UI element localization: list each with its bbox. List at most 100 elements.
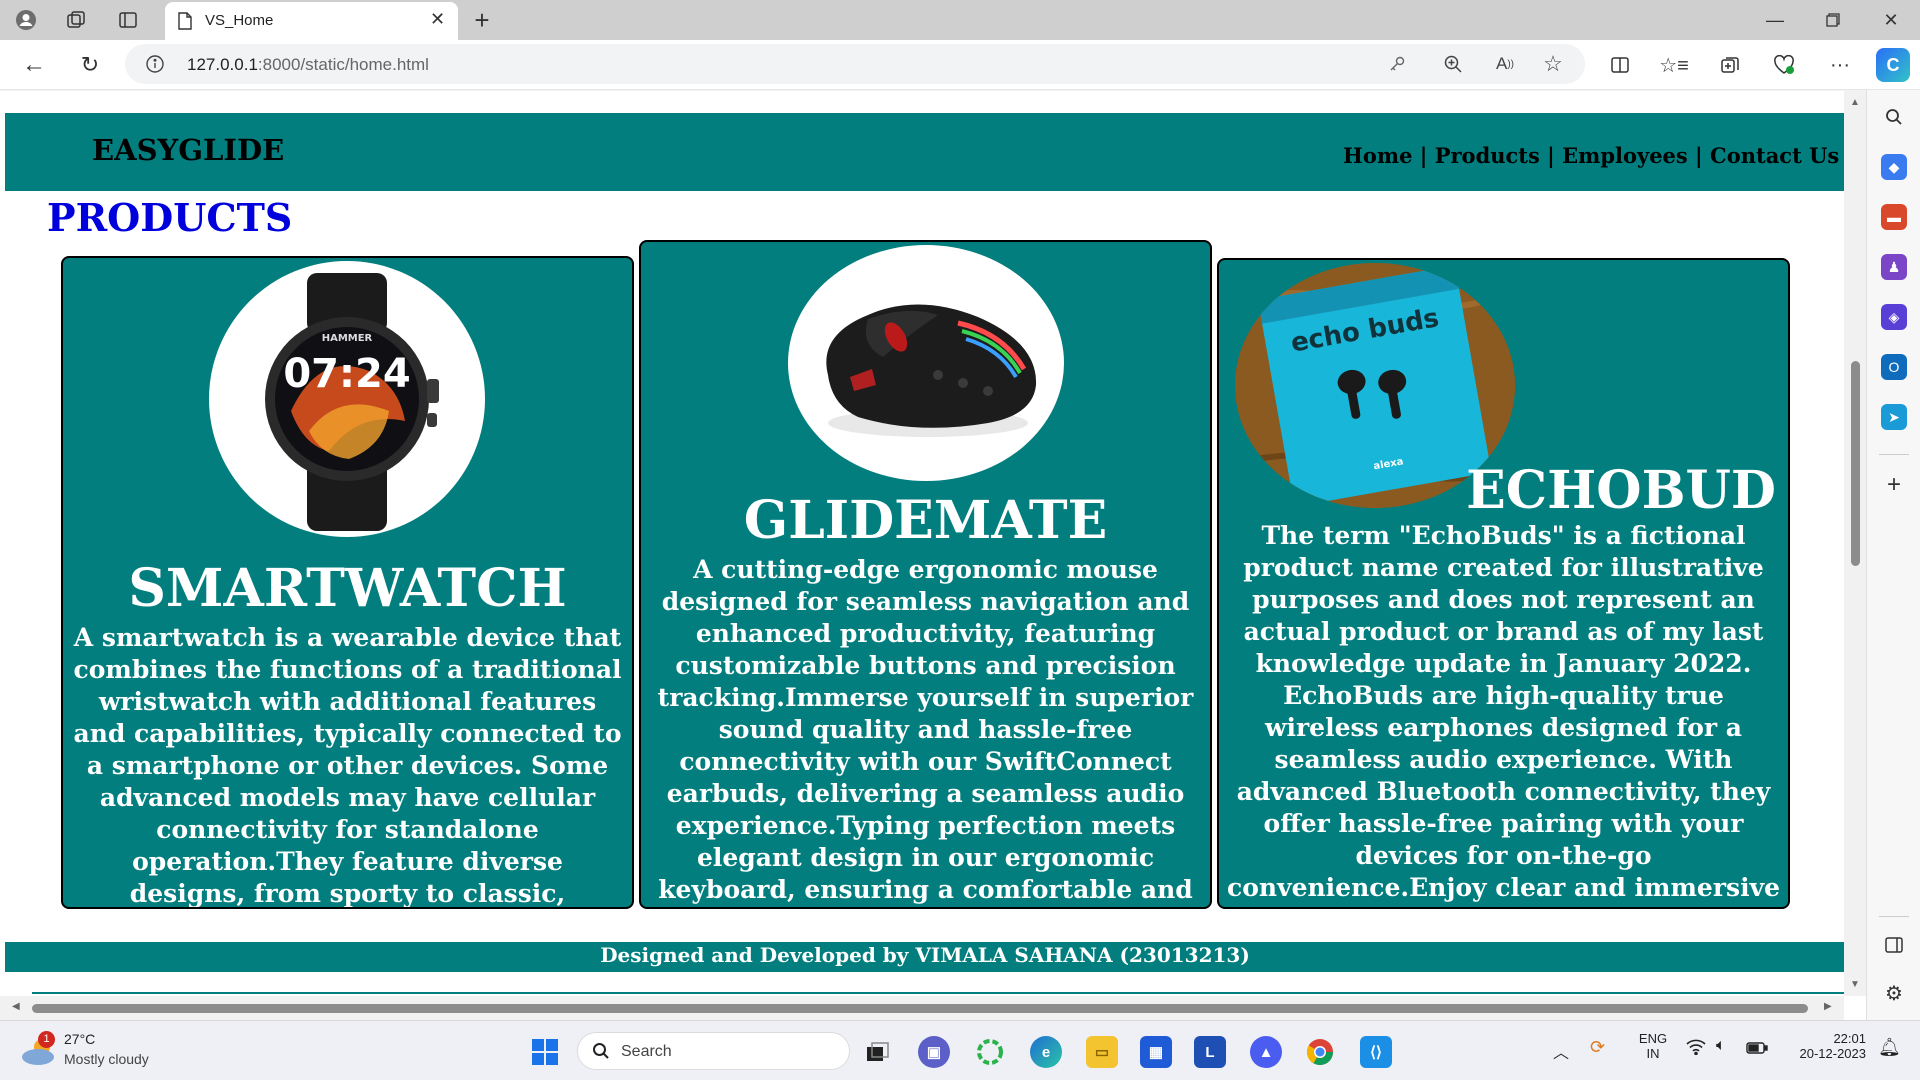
product-card-smartwatch[interactable]: HAMMER 07:24 SMARTWATCH A smartwatch is … <box>61 256 634 909</box>
profile-icon[interactable] <box>12 6 40 34</box>
site-info-icon[interactable] <box>145 54 165 79</box>
weather-cloud-icon[interactable]: 1 <box>20 1031 58 1067</box>
chevron-up-icon[interactable]: ︿ <box>1553 1039 1569 1063</box>
zoom-icon[interactable] <box>1441 52 1465 76</box>
refresh-icon[interactable]: ↻ <box>76 51 104 79</box>
weather-desc[interactable]: Mostly cloudy <box>64 1051 149 1067</box>
page-icon <box>177 12 193 35</box>
scroll-left-icon[interactable]: ◀ <box>12 1001 20 1012</box>
more-menu-icon[interactable]: ··· <box>1826 51 1854 79</box>
microsoft-365-icon[interactable]: ◈ <box>1881 304 1907 330</box>
nav-products[interactable]: Products <box>1435 143 1540 168</box>
site-footer: Designed and Developed by VIMALA SAHANA … <box>5 942 1845 972</box>
drop-send-icon[interactable]: ➤ <box>1881 404 1907 430</box>
search-icon <box>592 1042 610 1065</box>
site-header: EASYGLIDE Home | Products | Employees | … <box>5 113 1845 191</box>
product-description: A smartwatch is a wearable device that c… <box>73 623 622 908</box>
back-icon[interactable]: ← <box>20 51 48 79</box>
copilot-icon[interactable]: C <box>1876 48 1910 82</box>
vscode-icon[interactable]: ⟨⟩ <box>1360 1036 1392 1068</box>
brand-logo-text[interactable]: EASYGLIDE <box>92 133 284 167</box>
taskbar-search-box[interactable]: Search <box>577 1032 850 1070</box>
maximize-icon[interactable] <box>1810 4 1856 36</box>
nav-separator: | <box>1412 143 1435 168</box>
ai-app-icon[interactable]: ▲ <box>1250 1036 1282 1068</box>
horizontal-scrollbar[interactable]: ◀ ▶ <box>0 996 1844 1020</box>
hide-sidebar-icon[interactable] <box>1881 932 1907 958</box>
vertical-scroll-thumb[interactable] <box>1851 361 1860 566</box>
url-host: 127.0.0.1 <box>187 55 258 74</box>
smartwatch-image: HAMMER 07:24 <box>209 261 485 537</box>
product-description: The term "EchoBuds" is a fictional produ… <box>1227 521 1781 907</box>
password-key-icon[interactable] <box>1385 52 1409 76</box>
windows-start-icon[interactable] <box>529 1036 561 1068</box>
nav-separator: | <box>1687 143 1711 168</box>
url-path: :8000/static/home.html <box>257 55 429 74</box>
browser-essentials-icon[interactable] <box>1770 51 1798 79</box>
product-title: GLIDEMATE <box>743 490 1108 551</box>
workspaces-icon[interactable] <box>62 6 90 34</box>
footer-divider <box>32 992 1844 994</box>
chat-icon[interactable]: ▣ <box>918 1036 950 1068</box>
windows-taskbar: 1 27°C Mostly cloudy Search ▣ e ▭ ▦ L ▲ … <box>0 1020 1920 1080</box>
outlook-icon[interactable]: O <box>1881 354 1907 380</box>
minimize-icon[interactable]: — <box>1752 4 1798 36</box>
shopping-tag-icon[interactable]: ◆ <box>1881 154 1907 180</box>
edge-icon[interactable]: e <box>1030 1036 1062 1068</box>
scroll-down-icon[interactable]: ▼ <box>1850 979 1860 990</box>
nav-home[interactable]: Home <box>1343 143 1412 168</box>
page-viewport: EASYGLIDE Home | Products | Employees | … <box>0 91 1866 1020</box>
collections-icon[interactable] <box>1716 51 1744 79</box>
weather-temp[interactable]: 27°C <box>64 1031 95 1047</box>
sync-icon[interactable]: ⟳ <box>1590 1037 1605 1058</box>
app-circle-icon[interactable] <box>974 1036 1006 1068</box>
scroll-up-icon[interactable]: ▲ <box>1850 97 1860 108</box>
language-indicator[interactable]: ENG IN <box>1636 1031 1670 1061</box>
games-icon[interactable]: ♟ <box>1881 254 1907 280</box>
file-explorer-icon[interactable]: ▭ <box>1086 1036 1118 1068</box>
clock[interactable]: 22:01 20-12-2023 <box>1780 1031 1867 1061</box>
split-screen-icon[interactable] <box>1606 51 1634 79</box>
tab-title: VS_Home <box>205 12 274 29</box>
favorites-icon[interactable]: ☆≡ <box>1659 51 1689 79</box>
gaming-mouse-image <box>788 245 1064 481</box>
browser-tab[interactable]: VS_Home ✕ <box>165 2 458 40</box>
l-app-icon[interactable]: L <box>1194 1036 1226 1068</box>
search-icon[interactable] <box>1881 104 1907 130</box>
sidebar-divider <box>1879 916 1909 917</box>
nav-employees[interactable]: Employees <box>1562 143 1688 168</box>
read-aloud-icon[interactable]: A)) <box>1491 52 1519 76</box>
edge-sidebar: ◆ ▬ ♟ ◈ O ➤ + ⚙ <box>1866 90 1920 1020</box>
tab-strip: VS_Home ✕ + — ✕ <box>0 0 1920 40</box>
horizontal-scroll-thumb[interactable] <box>32 1004 1808 1013</box>
product-title: ECHOBUD <box>1466 460 1776 521</box>
url-text: 127.0.0.1:8000/static/home.html <box>187 55 429 75</box>
weather-badge: 1 <box>38 1031 55 1048</box>
scroll-right-icon[interactable]: ▶ <box>1824 1001 1832 1012</box>
volume-icon[interactable]: 🔈︎ <box>1716 1037 1726 1055</box>
clock-date: 20-12-2023 <box>1799 1046 1867 1061</box>
address-bar[interactable]: 127.0.0.1:8000/static/home.html A)) ☆ <box>125 44 1585 84</box>
battery-icon[interactable] <box>1746 1041 1768 1059</box>
main-nav: Home | Products | Employees | Contact Us <box>1343 143 1839 168</box>
new-tab-icon[interactable]: + <box>468 5 496 35</box>
product-card-echobud[interactable]: echo buds alexa ECHOBUD The term "EchoBu… <box>1217 258 1790 909</box>
add-icon[interactable]: + <box>1881 471 1907 498</box>
favorite-star-icon[interactable]: ☆ <box>1541 51 1565 76</box>
chrome-icon[interactable] <box>1304 1036 1336 1068</box>
wifi-icon[interactable] <box>1686 1039 1706 1059</box>
tools-briefcase-icon[interactable]: ▬ <box>1881 204 1907 230</box>
settings-gear-icon[interactable]: ⚙ <box>1881 980 1907 1006</box>
watch-time-text: 07:24 <box>283 351 410 397</box>
close-tab-icon[interactable]: ✕ <box>430 9 445 30</box>
sidebar-divider <box>1879 454 1909 455</box>
notification-bell-icon[interactable]: 🔔︎ <box>1878 1037 1901 1058</box>
vertical-scrollbar[interactable]: ▲ ▼ <box>1844 91 1866 996</box>
product-card-glidemate[interactable]: GLIDEMATE A cutting-edge ergonomic mouse… <box>639 240 1212 909</box>
store-icon[interactable]: ▦ <box>1140 1036 1172 1068</box>
nav-contact-us[interactable]: Contact Us <box>1710 143 1839 168</box>
task-view-icon[interactable] <box>862 1036 894 1068</box>
tab-actions-icon[interactable] <box>114 6 142 34</box>
close-window-icon[interactable]: ✕ <box>1868 4 1914 36</box>
product-title: SMARTWATCH <box>128 558 567 619</box>
